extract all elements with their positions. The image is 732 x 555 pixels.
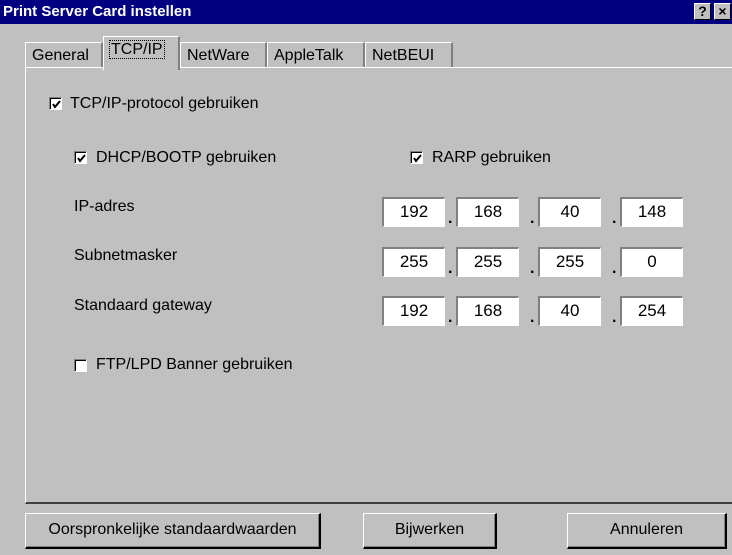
update-button[interactable]: Bijwerken bbox=[363, 513, 497, 549]
octet-separator: . bbox=[448, 210, 453, 227]
check-icon bbox=[77, 154, 86, 163]
tab-general[interactable]: General bbox=[25, 42, 103, 68]
tab-netbeui-label: NetBEUI bbox=[372, 47, 435, 64]
tcpip-protocol-checkbox[interactable] bbox=[49, 97, 62, 110]
cancel-button[interactable]: Annuleren bbox=[567, 513, 727, 549]
octet-separator: . bbox=[612, 309, 617, 326]
tab-netware[interactable]: NetWare bbox=[180, 42, 267, 68]
octet-separator: . bbox=[448, 309, 453, 326]
tab-appletalk[interactable]: AppleTalk bbox=[267, 42, 365, 68]
subnet-mask-octet-2[interactable]: 255 bbox=[456, 247, 519, 277]
restore-defaults-button[interactable]: Oorspronkelijke standaardwaarden bbox=[25, 513, 321, 549]
subnet-mask-label: Subnetmasker bbox=[74, 247, 178, 264]
ip-address-octet-2[interactable]: 168 bbox=[456, 197, 519, 227]
octet-separator: . bbox=[530, 309, 535, 326]
octet-separator: . bbox=[612, 260, 617, 277]
check-icon bbox=[413, 154, 422, 163]
ftp-lpd-banner-label: FTP/LPD Banner gebruiken bbox=[96, 356, 293, 373]
window-title: Print Server Card instellen bbox=[3, 3, 192, 20]
dhcp-bootp-checkbox[interactable] bbox=[74, 151, 87, 164]
octet-separator: . bbox=[612, 210, 617, 227]
subnet-mask-octet-3[interactable]: 255 bbox=[538, 247, 601, 277]
subnet-mask-octet-1[interactable]: 255 bbox=[382, 247, 445, 277]
ftp-lpd-banner-checkbox[interactable] bbox=[74, 359, 87, 372]
ip-address-octet-3[interactable]: 40 bbox=[538, 197, 601, 227]
tab-netbeui[interactable]: NetBEUI bbox=[365, 42, 453, 68]
rarp-label: RARP gebruiken bbox=[432, 149, 551, 166]
ip-address-label: IP-adres bbox=[74, 198, 135, 215]
gateway-octet-2[interactable]: 168 bbox=[456, 296, 519, 326]
octet-separator: . bbox=[530, 210, 535, 227]
gateway-octet-3[interactable]: 40 bbox=[538, 296, 601, 326]
gateway-octet-4[interactable]: 254 bbox=[620, 296, 683, 326]
help-button[interactable]: ? bbox=[694, 3, 711, 20]
dhcp-bootp-label: DHCP/BOOTP gebruiken bbox=[96, 149, 277, 166]
octet-separator: . bbox=[448, 260, 453, 277]
tab-appletalk-label: AppleTalk bbox=[274, 47, 344, 64]
tab-netware-label: NetWare bbox=[187, 47, 250, 64]
octet-separator: . bbox=[530, 260, 535, 277]
ip-address-octet-1[interactable]: 192 bbox=[382, 197, 445, 227]
subnet-mask-octet-4[interactable]: 0 bbox=[620, 247, 683, 277]
check-icon bbox=[52, 100, 61, 109]
tab-general-label: General bbox=[32, 47, 89, 64]
rarp-checkbox[interactable] bbox=[410, 151, 423, 164]
close-button[interactable]: × bbox=[714, 3, 731, 20]
tab-tcpip[interactable]: TCP/IP bbox=[103, 36, 180, 70]
title-bar: Print Server Card instellen ? × bbox=[0, 0, 732, 24]
gateway-octet-1[interactable]: 192 bbox=[382, 296, 445, 326]
gateway-label: Standaard gateway bbox=[74, 297, 212, 314]
tab-tcpip-label: TCP/IP bbox=[109, 40, 165, 59]
tcpip-protocol-label: TCP/IP-protocol gebruiken bbox=[70, 95, 259, 112]
ip-address-octet-4[interactable]: 148 bbox=[620, 197, 683, 227]
tcpip-panel bbox=[25, 67, 732, 504]
